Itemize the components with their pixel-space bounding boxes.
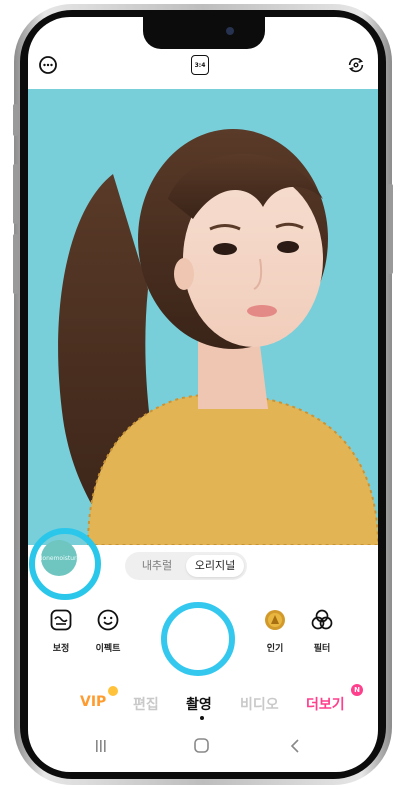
- popular-button[interactable]: 인기: [253, 609, 297, 654]
- retouch-button[interactable]: 보정: [39, 609, 83, 654]
- mute-switch: [13, 104, 18, 136]
- app-screen: 3:4 Nonemoisture 내추럴 오리지널 보정 이펙트 인기 필터 V…: [28, 17, 378, 772]
- camera-preview: [28, 89, 378, 545]
- home-icon[interactable]: [194, 738, 209, 753]
- tab-capture-label: 촬영: [186, 697, 212, 713]
- effect-label: 이펙트: [95, 644, 121, 654]
- retouch-icon: [50, 609, 72, 631]
- retouch-label: 보정: [52, 644, 70, 654]
- filter-button[interactable]: 필터: [300, 609, 344, 654]
- filter-circles-icon: [311, 609, 333, 630]
- active-tab-indicator: [200, 716, 204, 720]
- new-badge: N: [351, 684, 363, 696]
- more-dots-icon[interactable]: [38, 55, 58, 75]
- tab-capture[interactable]: 촬영: [186, 694, 212, 720]
- tab-vip[interactable]: VIP: [80, 686, 118, 710]
- volume-up-button: [13, 164, 18, 224]
- portrait-photo: [28, 89, 378, 545]
- shutter-button[interactable]: [161, 602, 235, 676]
- smile-icon: [97, 609, 119, 631]
- gallery-thumbnail[interactable]: Nonemoisture: [37, 540, 81, 576]
- front-camera: [226, 27, 234, 35]
- filter-label: 필터: [313, 644, 331, 654]
- effect-button[interactable]: 이펙트: [86, 609, 130, 654]
- gallery-thumbnail-text: Nonemoisture: [37, 554, 81, 562]
- back-icon[interactable]: [290, 739, 299, 753]
- camera-flip-icon[interactable]: [346, 55, 366, 75]
- aspect-ratio-button[interactable]: 3:4: [191, 55, 209, 75]
- tab-more-label: 더보기: [306, 697, 345, 713]
- tab-vip-label: VIP: [80, 694, 107, 710]
- tab-more[interactable]: 더보기 N: [306, 684, 363, 714]
- tab-edit[interactable]: 편집: [133, 694, 159, 714]
- popular-sticker-icon: [265, 610, 285, 630]
- toggle-natural[interactable]: 내추럴: [128, 555, 186, 577]
- volume-down-button: [13, 234, 18, 294]
- toggle-original[interactable]: 오리지널: [186, 555, 244, 577]
- recent-apps-icon[interactable]: [96, 740, 106, 752]
- filter-style-toggle[interactable]: 내추럴 오리지널: [125, 552, 247, 580]
- notch: [143, 17, 265, 49]
- tab-video[interactable]: 비디오: [240, 694, 279, 714]
- crown-icon: [108, 686, 118, 696]
- power-button: [388, 184, 393, 274]
- mode-tabs: VIP 편집 촬영 비디오 더보기 N: [28, 684, 378, 720]
- system-nav-bar: [28, 733, 378, 759]
- popular-label: 인기: [266, 644, 284, 654]
